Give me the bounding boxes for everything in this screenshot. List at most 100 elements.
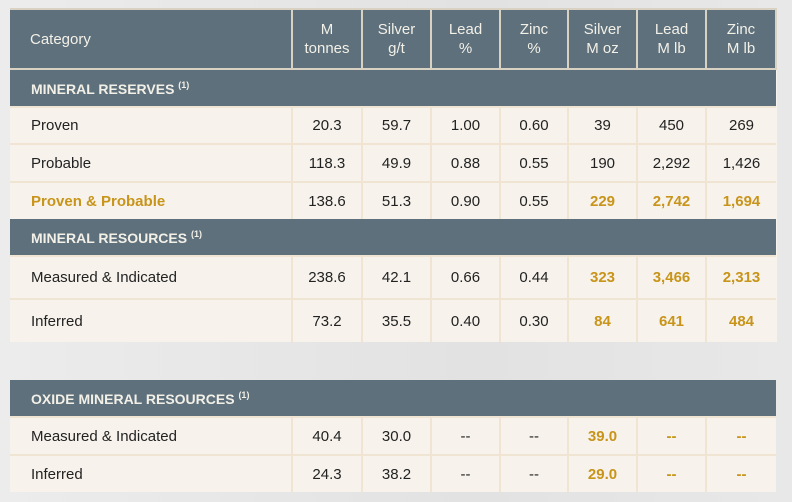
value-cell: 59.7	[361, 106, 431, 144]
value-cell: 484	[705, 298, 776, 342]
column-header-line1: M	[320, 21, 334, 38]
column-header-line1: Category	[30, 30, 91, 48]
value-cell: 3,466	[636, 255, 706, 299]
value-cell: --	[636, 416, 706, 455]
value-cell: 0.55	[499, 181, 568, 219]
value-cell: 40.4	[291, 416, 362, 455]
column-header: Lead M lb	[636, 8, 707, 70]
category-cell: Measured & Indicated	[10, 255, 292, 299]
value-cell: 0.60	[499, 106, 568, 144]
value-cell: 0.55	[499, 143, 568, 182]
value-cell: 323	[567, 255, 637, 299]
oxide-resources-table: OXIDE MINERAL RESOURCES (1) Measured & In…	[10, 380, 777, 492]
column-header: Zinc M lb	[705, 8, 777, 70]
column-header-line1: Silver	[377, 21, 416, 38]
section-header-row: MINERAL RESOURCES (1)	[10, 219, 776, 256]
footnote-marker: (1)	[178, 79, 190, 90]
footnote-marker: (1)	[238, 389, 250, 400]
value-cell: 1,694	[705, 181, 776, 219]
column-header: Silver M oz	[567, 8, 638, 70]
reserves-resources-table: Category Mtonnes Silver g/t Lead% Zinc% Silver…	[10, 8, 777, 342]
value-cell: 0.30	[499, 298, 568, 342]
section-title-text: MINERAL RESERVES	[31, 80, 175, 97]
column-header-line2: M oz	[586, 40, 619, 57]
value-cell: 35.5	[361, 298, 431, 342]
value-cell: 238.6	[291, 255, 362, 299]
value-cell: --	[704, 454, 777, 492]
value-cell: --	[430, 454, 500, 492]
column-header-line2: %	[527, 40, 541, 57]
column-header-line1: Silver	[583, 21, 622, 38]
value-cell: 39	[567, 106, 637, 144]
value-cell: 2,742	[636, 181, 706, 219]
value-cell: 0.40	[430, 298, 500, 342]
category-cell: Measured & Indicated	[10, 416, 292, 455]
category-cell: Proven	[10, 106, 292, 144]
section-title: OXIDE MINERAL RESOURCES (1)	[10, 380, 777, 417]
value-cell: 39.0	[567, 416, 637, 455]
value-cell: 1.00	[430, 106, 500, 144]
value-cell: --	[499, 454, 568, 492]
value-cell: 2,313	[705, 255, 776, 299]
table-row: Proven & Probable 138.6 51.3 0.90 0.55 229 2,7…	[10, 181, 776, 219]
value-cell: 24.3	[291, 454, 362, 492]
value-cell: 20.3	[291, 106, 362, 144]
table-row: Probable 118.3 49.9 0.88 0.55 190 2,292 1,426	[10, 143, 776, 182]
section-header-row: OXIDE MINERAL RESOURCES (1)	[10, 380, 777, 417]
value-cell: 269	[705, 106, 776, 144]
column-header-line2: %	[458, 40, 473, 57]
value-cell: 51.3	[361, 181, 431, 219]
table-row: Inferred 73.2 35.5 0.40 0.30 84 641 484	[10, 298, 776, 342]
value-cell: --	[636, 454, 706, 492]
value-cell: 0.90	[430, 181, 500, 219]
table-row: Measured & Indicated 40.4 30.0 -- -- 39.0 -- --	[10, 416, 777, 455]
column-header: Zinc%	[499, 8, 569, 70]
value-cell: 2,292	[636, 143, 706, 182]
value-cell: 84	[567, 298, 637, 342]
category-cell: Inferred	[10, 298, 292, 342]
column-header-line1: Zinc	[726, 21, 756, 38]
table-row: Proven 20.3 59.7 1.00 0.60 39 450 269	[10, 106, 776, 144]
value-cell: 0.44	[499, 255, 568, 299]
column-header-line2: g/t	[388, 40, 405, 57]
value-cell: 30.0	[361, 416, 431, 455]
section-title-text: MINERAL RESOURCES	[31, 229, 188, 246]
table-row: Measured & Indicated 238.6 42.1 0.66 0.44 323…	[10, 255, 776, 299]
value-cell: 229	[567, 181, 637, 219]
value-cell: 42.1	[361, 255, 431, 299]
value-cell: --	[704, 416, 777, 455]
header-row: Category Mtonnes Silver g/t Lead% Zinc% Silver…	[10, 8, 777, 70]
value-cell: 1,426	[705, 143, 776, 182]
category-cell: Inferred	[10, 454, 292, 492]
column-header: Category	[10, 8, 293, 70]
value-cell: 641	[636, 298, 706, 342]
value-cell: 118.3	[291, 143, 362, 182]
value-cell: 190	[567, 143, 637, 182]
column-header-line1: Zinc	[519, 21, 549, 38]
section-title: MINERAL RESERVES (1)	[10, 69, 776, 107]
footnote-marker: (1)	[190, 228, 202, 239]
column-header-line2: M lb	[726, 40, 756, 57]
category-cell: Probable	[10, 143, 292, 182]
column-header: Silver g/t	[361, 8, 432, 70]
category-cell: Proven & Probable	[10, 181, 292, 219]
value-cell: 73.2	[291, 298, 362, 342]
value-cell: 29.0	[567, 454, 637, 492]
value-cell: --	[430, 416, 500, 455]
value-cell: 0.66	[430, 255, 500, 299]
section-title: MINERAL RESOURCES (1)	[10, 219, 776, 256]
value-cell: 450	[636, 106, 706, 144]
column-header: Mtonnes	[291, 8, 363, 70]
section-title-text: OXIDE MINERAL RESOURCES	[31, 390, 235, 407]
value-cell: 38.2	[361, 454, 431, 492]
column-header-line2: M lb	[657, 40, 686, 57]
value-cell: 0.88	[430, 143, 500, 182]
section-header-row: MINERAL RESERVES (1)	[10, 69, 776, 107]
value-cell: 49.9	[361, 143, 431, 182]
value-cell: 138.6	[291, 181, 362, 219]
column-header-line2: tonnes	[304, 40, 350, 57]
column-header-line1: Lead	[654, 21, 689, 38]
value-cell: --	[499, 416, 568, 455]
table-row: Inferred 24.3 38.2 -- -- 29.0 -- --	[10, 454, 777, 492]
column-header: Lead%	[430, 8, 501, 70]
